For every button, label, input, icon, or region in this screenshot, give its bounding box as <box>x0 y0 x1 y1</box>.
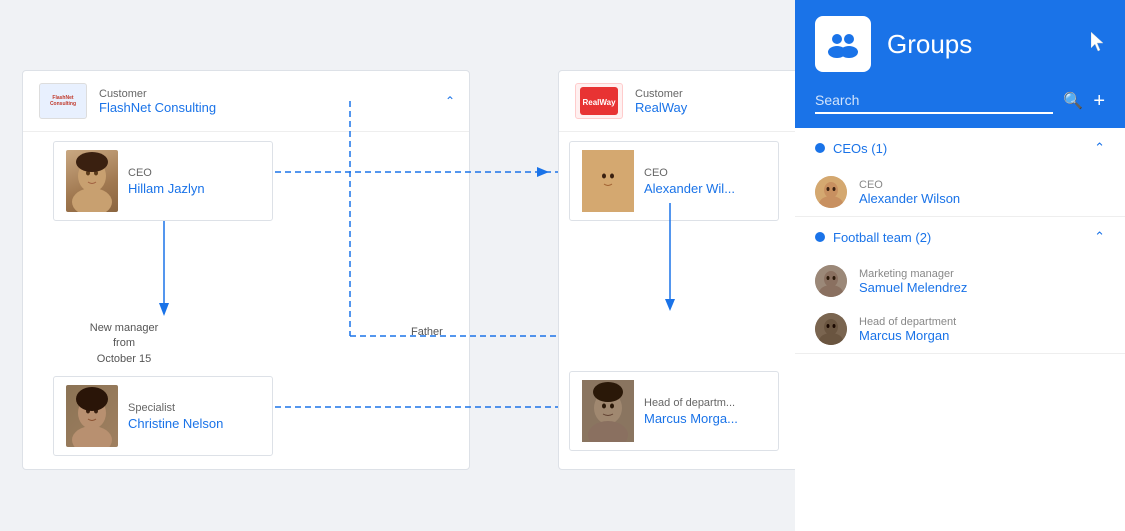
ceo-box-flashnet[interactable]: CEO Hillam Jazlyn <box>53 141 273 221</box>
ceos-group-section: CEOs (1) ⌃ CEO Alexander Wi <box>795 128 1125 217</box>
cursor-icon <box>1091 32 1105 52</box>
panel-header: Groups <box>795 0 1125 88</box>
marcus-member-name[interactable]: Marcus Morgan <box>859 328 956 343</box>
alexander-member-name[interactable]: Alexander Wilson <box>859 191 960 206</box>
realway-card: RealWay Customer RealWay <box>558 70 795 470</box>
member-samuel: Marketing manager Samuel Melendrez <box>795 257 1125 305</box>
football-dot <box>815 232 825 242</box>
realway-logo: RealWay <box>575 83 623 119</box>
realway-header-info: Customer RealWay <box>635 88 687 115</box>
hillam-role: CEO <box>128 167 205 179</box>
groups-icon-box <box>815 16 871 72</box>
samuel-member-role: Marketing manager <box>859 268 967 280</box>
alexander-name[interactable]: Alexander Wil... <box>644 181 735 196</box>
football-group-header[interactable]: Football team (2) ⌃ <box>795 217 1125 257</box>
alexander-avatar <box>815 176 847 208</box>
football-group-name: Football team (2) <box>833 230 931 245</box>
cursor-area <box>1091 32 1105 57</box>
member-marcus-panel: Head of department Marcus Morgan <box>795 305 1125 353</box>
org-chart-canvas: FlashNetConsulting Customer FlashNet Con… <box>0 0 795 531</box>
realway-customer-label: Customer <box>635 88 687 100</box>
specialist-box-flashnet[interactable]: Specialist Christine Nelson <box>53 376 273 456</box>
alexander-member-info: CEO Alexander Wilson <box>859 179 960 206</box>
marcus-member-info: Head of department Marcus Morgan <box>859 316 956 343</box>
panel-content: CEOs (1) ⌃ CEO Alexander Wi <box>795 128 1125 531</box>
new-manager-label: New manager from October 15 <box>79 321 169 367</box>
panel-title: Groups <box>887 29 972 60</box>
search-icon[interactable]: 🔍 <box>1063 91 1083 111</box>
marcus-photo <box>582 380 634 442</box>
ceos-group-header[interactable]: CEOs (1) ⌃ <box>795 128 1125 168</box>
ceos-chevron[interactable]: ⌃ <box>1094 140 1105 156</box>
alexander-photo <box>582 150 634 212</box>
football-chevron[interactable]: ⌃ <box>1094 229 1105 245</box>
flashnet-logo: FlashNetConsulting <box>39 83 87 119</box>
search-row: 🔍 + <box>795 88 1125 128</box>
christine-role: Specialist <box>128 402 223 414</box>
realway-header: RealWay Customer RealWay <box>559 71 795 132</box>
alexander-member-role: CEO <box>859 179 960 191</box>
flashnet-company-name[interactable]: FlashNet Consulting <box>99 100 216 115</box>
ceos-group-header-left: CEOs (1) <box>815 141 887 156</box>
alexander-role: CEO <box>644 167 735 179</box>
samuel-avatar <box>815 265 847 297</box>
svg-text:RealWay: RealWay <box>582 98 616 107</box>
hillam-name[interactable]: Hillam Jazlyn <box>128 181 205 196</box>
christine-name[interactable]: Christine Nelson <box>128 416 223 431</box>
flashnet-header: FlashNetConsulting Customer FlashNet Con… <box>23 71 469 132</box>
flashnet-customer-label: Customer <box>99 88 216 100</box>
right-panel: Groups 🔍 + CEOs (1) ⌃ <box>795 0 1125 531</box>
add-icon[interactable]: + <box>1093 90 1105 113</box>
marcus-avatar <box>815 313 847 345</box>
christine-info: Specialist Christine Nelson <box>128 402 223 431</box>
hillam-info: CEO Hillam Jazlyn <box>128 167 205 196</box>
marcus-name[interactable]: Marcus Morga... <box>644 411 738 426</box>
samuel-member-name[interactable]: Samuel Melendrez <box>859 280 967 295</box>
search-input[interactable] <box>815 88 1053 114</box>
flashnet-collapse-btn[interactable]: ⌃ <box>445 94 455 108</box>
groups-icon <box>825 26 861 62</box>
football-group-section: Football team (2) ⌃ Marketing manager <box>795 217 1125 354</box>
football-group-header-left: Football team (2) <box>815 230 931 245</box>
marcus-info: Head of departm... Marcus Morga... <box>644 397 738 426</box>
marcus-member-role: Head of department <box>859 316 956 328</box>
ceos-dot <box>815 143 825 153</box>
samuel-member-info: Marketing manager Samuel Melendrez <box>859 268 967 295</box>
marcus-role: Head of departm... <box>644 397 738 409</box>
ceos-group-name: CEOs (1) <box>833 141 887 156</box>
member-alexander: CEO Alexander Wilson <box>795 168 1125 216</box>
hillam-photo <box>66 150 118 212</box>
flashnet-header-info: Customer FlashNet Consulting <box>99 88 216 115</box>
realway-company-name[interactable]: RealWay <box>635 100 687 115</box>
alexander-info: CEO Alexander Wil... <box>644 167 735 196</box>
father-label: Father <box>411 326 443 338</box>
christine-photo <box>66 385 118 447</box>
ceo-box-realway[interactable]: CEO Alexander Wil... <box>569 141 779 221</box>
hod-box-realway[interactable]: Head of departm... Marcus Morga... <box>569 371 779 451</box>
flashnet-card: FlashNetConsulting Customer FlashNet Con… <box>22 70 470 470</box>
